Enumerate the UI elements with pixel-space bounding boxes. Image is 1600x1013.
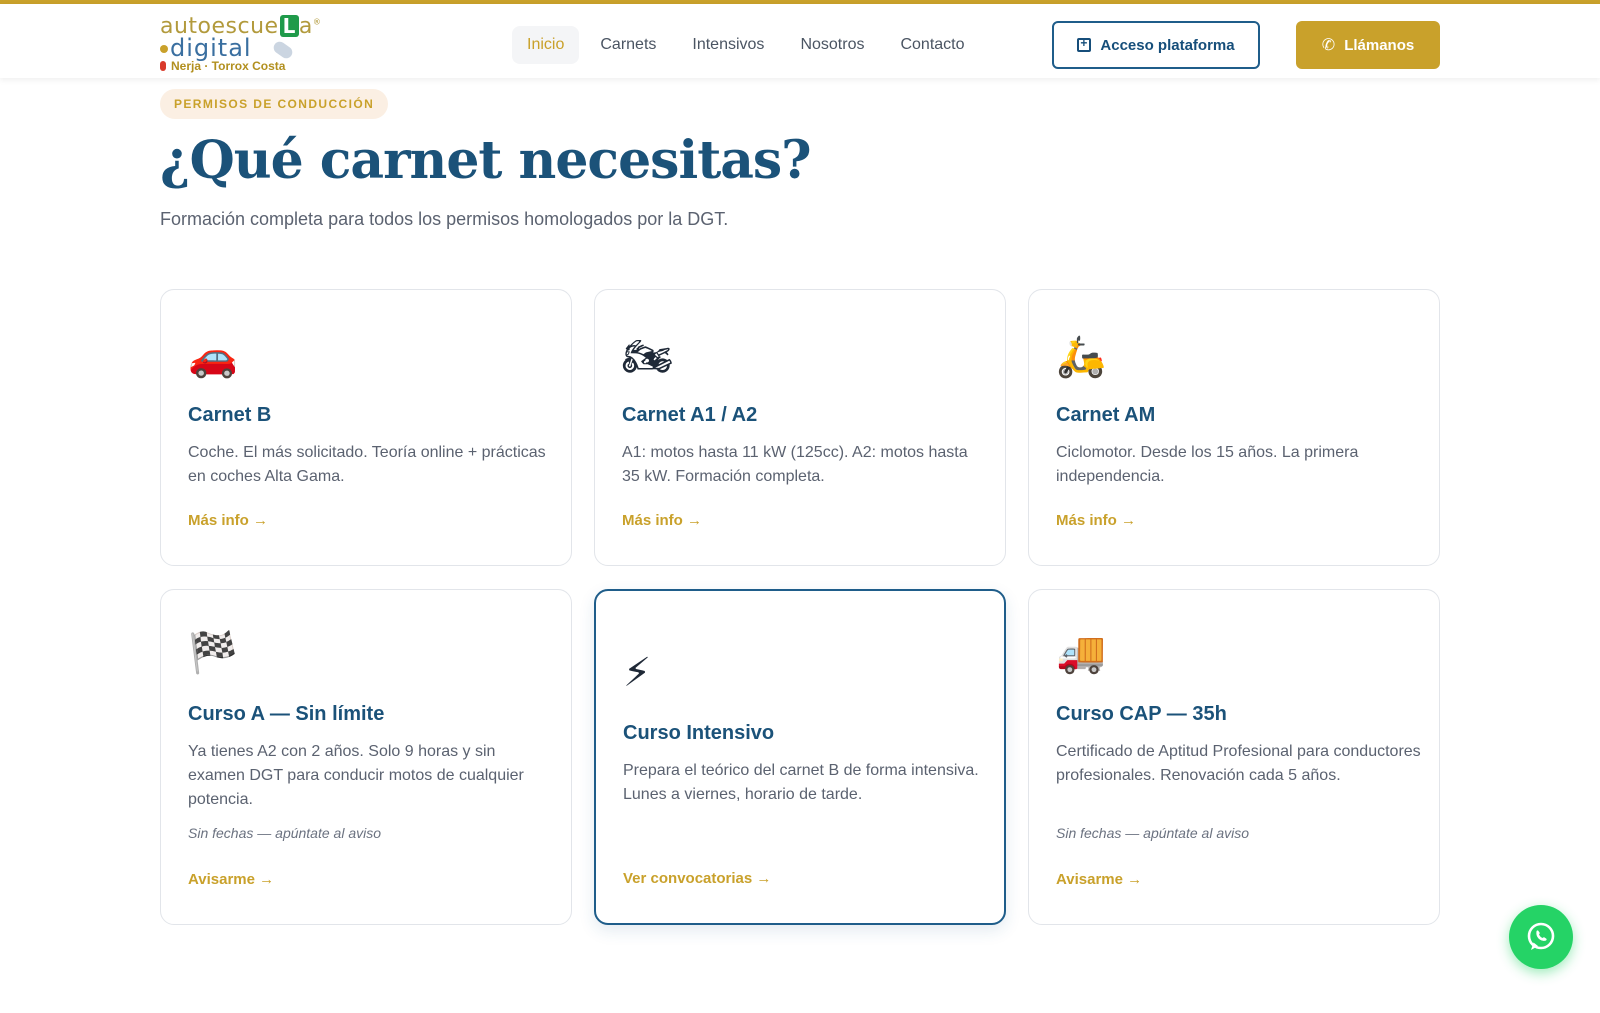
car-icon: 🚗 [188, 335, 238, 379]
nav-item-inicio[interactable]: Inicio [512, 26, 580, 64]
card-carnet-b[interactable]: 🚗 Carnet B Coche. El más solicitado. Teo… [160, 289, 572, 566]
card-title: Curso A — Sin límite [188, 703, 385, 725]
section-subtitle: Formación completa para todos los permis… [160, 209, 729, 229]
card-title: Carnet B [188, 404, 272, 426]
access-platform-button[interactable]: Acceso plataforma [1052, 21, 1260, 69]
card-curso-intensivo[interactable]: ⚡ Curso Intensivo Prepara el teórico del… [594, 589, 1006, 925]
call-button[interactable]: ✆ Llámanos [1296, 21, 1440, 69]
card-link[interactable]: Avisarme → [1056, 871, 1142, 888]
card-description: Prepara el teórico del carnet B de forma… [623, 762, 979, 803]
card-title: Curso Intensivo [623, 722, 775, 744]
card-description: Ya tienes A2 con 2 años. Solo 9 horas y … [188, 743, 524, 808]
nav-item-carnets[interactable]: Carnets [585, 26, 671, 64]
card-link[interactable]: Más info → [622, 512, 702, 529]
card-carnet-am[interactable]: 🛵 Carnet AM Ciclomotor. Desde los 15 año… [1028, 289, 1440, 566]
card-title: Curso CAP — 35h [1056, 703, 1227, 725]
card-title: Carnet AM [1056, 404, 1156, 426]
card-link[interactable]: Avisarme → [188, 871, 274, 888]
section-badge: PERMISOS DE CONDUCCIÓN [160, 89, 389, 119]
location-pin-icon [160, 61, 166, 71]
truck-icon: 🚚 [1056, 631, 1106, 675]
card-carnet-a1-a2[interactable]: 🏍 Carnet A1 / A2 A1: motos hasta 11 kW (… [594, 289, 1006, 566]
checkered-flag-icon: 🏁 [188, 631, 238, 675]
nav-item-contacto[interactable]: Contacto [885, 26, 979, 64]
logo-location: Nerja · Torrox Costa [160, 59, 285, 73]
scooter-icon: 🛵 [1056, 335, 1106, 379]
whatsapp-icon [1527, 922, 1555, 950]
card-description: Coche. El más solicitado. Teoría online … [188, 444, 546, 485]
motorcycle-icon: 🏍 [622, 335, 673, 379]
card-curso-cap[interactable]: 🚚 Curso CAP — 35h Certificado de Aptitud… [1028, 589, 1440, 925]
login-icon [1077, 36, 1092, 52]
card-link[interactable]: Ver convocatorias → [623, 870, 771, 887]
mouse-icon [271, 39, 295, 61]
logo[interactable]: autoescue La® digital Nerja · Torrox Cost… [160, 14, 321, 76]
section-title: ¿Qué carnet necesitas? [160, 130, 812, 191]
lightning-icon: ⚡ [623, 651, 652, 695]
card-curso-a-sin-limite[interactable]: 🏁 Curso A — Sin límite Ya tienes A2 con … [160, 589, 572, 925]
phone-icon: ✆ [1321, 37, 1336, 54]
card-note: Sin fechas — apúntate al aviso [188, 825, 382, 841]
nav-item-nosotros[interactable]: Nosotros [785, 26, 879, 64]
card-title: Carnet A1 / A2 [622, 404, 758, 426]
card-description: Certificado de Aptitud Profesional para … [1056, 743, 1421, 784]
call-button-label: Llámanos [1344, 36, 1415, 54]
access-platform-label: Acceso plataforma [1100, 36, 1235, 54]
card-note: Sin fechas — apúntate al aviso [1056, 825, 1250, 841]
card-description: A1: motos hasta 11 kW (125cc). A2: motos… [622, 444, 968, 485]
card-link[interactable]: Más info → [1056, 512, 1136, 529]
site-header: autoescue La® digital Nerja · Torrox Cost… [0, 4, 1600, 78]
card-link[interactable]: Más info → [188, 512, 268, 529]
nav-item-intensivos[interactable]: Intensivos [677, 26, 779, 64]
whatsapp-button[interactable] [1509, 905, 1573, 969]
logo-line2: digital [160, 34, 252, 62]
main-nav: Inicio Carnets Intensivos Nosotros Conta… [512, 25, 986, 65]
card-description: Ciclomotor. Desde los 15 años. La primer… [1056, 444, 1359, 485]
